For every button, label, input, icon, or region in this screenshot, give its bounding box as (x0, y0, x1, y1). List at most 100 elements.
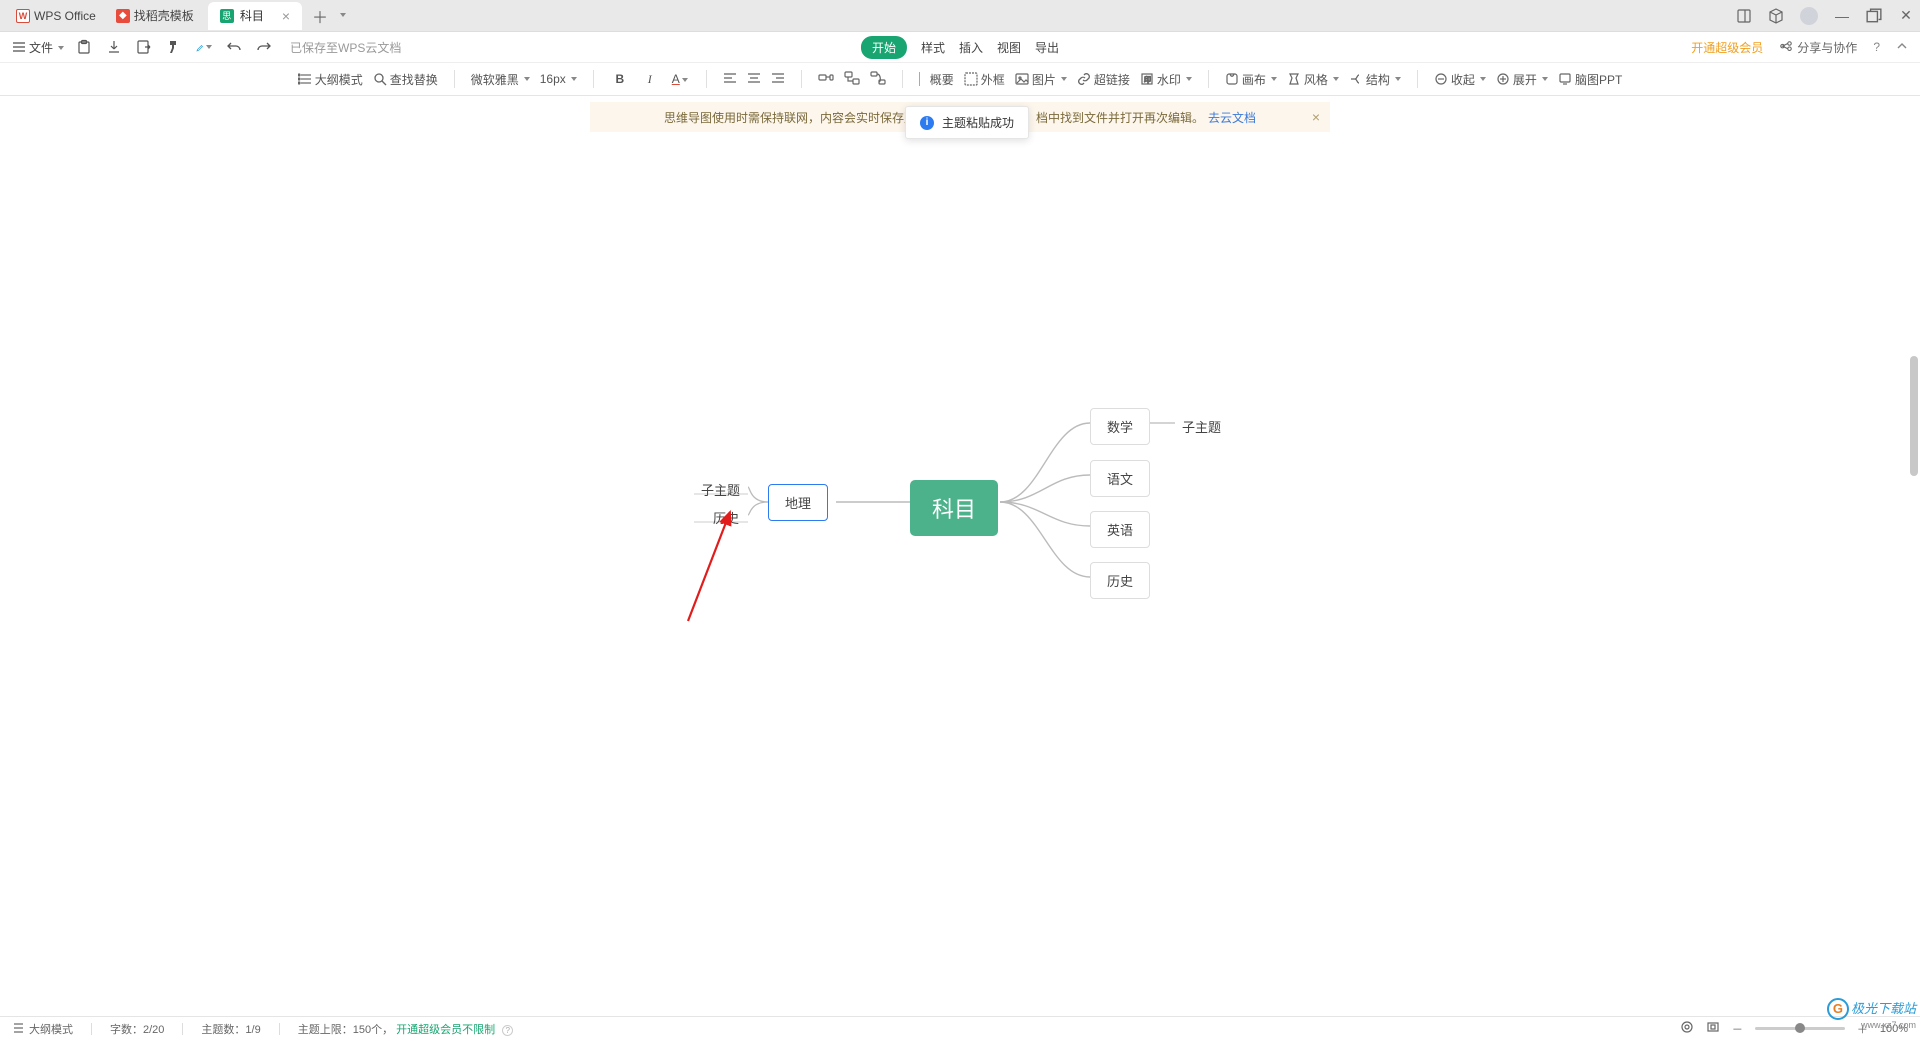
app-tab-templates[interactable]: ◆ 找稻壳模板 (106, 2, 204, 30)
notif-link[interactable]: 去云文档 (1208, 109, 1256, 126)
node-subtopic-left[interactable]: 子主题 (697, 478, 744, 501)
find-label: 查找替换 (390, 71, 438, 88)
node-english[interactable]: 英语 (1090, 511, 1150, 548)
share-button[interactable]: 分享与协作 (1779, 39, 1857, 56)
format-painter-icon[interactable] (166, 39, 182, 55)
outline-mode-button[interactable]: 大纲模式 (298, 71, 363, 88)
notif-text-left: 思维导图使用时需保持联网，内容会实时保存至 (664, 109, 916, 126)
info-icon[interactable]: ? (502, 1025, 513, 1036)
hyperlink-button[interactable]: 超链接 (1077, 71, 1130, 88)
share-label: 分享与协作 (1797, 39, 1857, 56)
node-chinese[interactable]: 语文 (1090, 460, 1150, 497)
status-words: 字数：2/20 (110, 1021, 164, 1037)
divider-icon (919, 72, 920, 86)
status-bar: 大纲模式 字数：2/20 主题数：1/9 主题上限：150个， 开通超级会员不限… (0, 1016, 1920, 1040)
node-history-left[interactable]: 历史 (709, 506, 743, 529)
italic-button[interactable]: I (640, 72, 660, 87)
new-tab-button[interactable]: ＋ (312, 4, 328, 28)
node-subtopic-right[interactable]: 子主题 (1178, 415, 1225, 438)
notif-close-icon[interactable]: × (1312, 109, 1320, 125)
saved-status: 已保存至WPS云文档 (290, 39, 401, 56)
status-limit: 主题上限：150个， 开通超级会员不限制 ? (298, 1021, 513, 1037)
avatar-icon[interactable] (1800, 7, 1818, 25)
mindmap-canvas[interactable]: 思维导图使用时需保持联网，内容会实时保存至 档中找到文件并打开再次编辑。 去云文… (0, 96, 1920, 1016)
zoom-in-icon[interactable]: ＋ (1857, 1021, 1868, 1037)
download-icon[interactable] (106, 39, 122, 55)
summary-button[interactable]: 概要 (930, 71, 954, 88)
menu-start[interactable]: 开始 (861, 36, 907, 59)
menu-format[interactable]: 样式 (921, 39, 945, 56)
node-math[interactable]: 数学 (1090, 408, 1150, 445)
app-tab-wps[interactable]: W WPS Office (6, 2, 106, 30)
vertical-scrollbar[interactable] (1910, 356, 1918, 476)
zoom-out-icon[interactable]: － (1732, 1021, 1743, 1037)
close-window-button[interactable]: ✕ (1898, 8, 1914, 24)
structure-button[interactable]: 结构 (1349, 71, 1401, 88)
topic-button[interactable] (818, 71, 834, 88)
export-icon[interactable] (136, 39, 152, 55)
node-history[interactable]: 历史 (1090, 562, 1150, 599)
bold-button[interactable]: B (610, 72, 630, 86)
new-tab-dropdown[interactable] (338, 10, 346, 21)
pen-icon[interactable] (196, 39, 212, 55)
app-name: WPS Office (34, 9, 96, 23)
fit-screen-icon[interactable] (1706, 1020, 1720, 1037)
status-premium-link[interactable]: 开通超级会员不限制 (396, 1024, 495, 1036)
info-icon: i (920, 116, 934, 130)
file-menu-button[interactable]: 文件 (12, 39, 64, 56)
minimize-button[interactable]: — (1834, 8, 1850, 24)
file-bar: 文件 已保存至WPS云文档 开始 样式 插入 视图 导出 开通超级会员 分享与协… (0, 32, 1920, 62)
title-bar: W WPS Office ◆ 找稻壳模板 思 科目 × ＋ — ✕ (0, 0, 1920, 32)
connectors (0, 96, 1920, 1016)
status-topics: 主题数：1/9 (201, 1021, 260, 1037)
align-left-button[interactable] (723, 71, 737, 88)
wps-logo-icon: W (16, 9, 30, 23)
redo-icon[interactable] (256, 39, 272, 55)
node-geography[interactable]: 地理 (768, 484, 828, 521)
font-size-select[interactable]: 16px (540, 72, 577, 86)
image-button[interactable]: 图片 (1015, 71, 1067, 88)
dao-logo-icon: ◆ (116, 9, 130, 23)
outline-label: 大纲模式 (315, 71, 363, 88)
watermark-button[interactable]: 印水印 (1140, 71, 1192, 88)
main-menu: 开始 样式 插入 视图 导出 (861, 36, 1059, 59)
undo-icon[interactable] (226, 39, 242, 55)
maximize-button[interactable] (1866, 8, 1882, 24)
premium-link[interactable]: 开通超级会员 (1691, 39, 1763, 56)
align-center-button[interactable] (747, 71, 761, 88)
zoom-value: 100% (1880, 1023, 1908, 1035)
paste-icon[interactable] (76, 39, 92, 55)
style-button[interactable]: 风格 (1287, 71, 1339, 88)
doc-tab-label: 科目 (240, 7, 264, 24)
close-tab-icon[interactable]: × (282, 8, 290, 24)
relation-button[interactable] (870, 71, 886, 88)
toolbar: 大纲模式 查找替换 微软雅黑 16px B I A 概要 外框 图片 超链接 印… (0, 62, 1920, 96)
expand-button[interactable]: 展开 (1496, 71, 1548, 88)
collapse-ribbon-icon[interactable] (1896, 40, 1908, 55)
fit-center-icon[interactable] (1680, 1020, 1694, 1037)
panel-icon[interactable] (1736, 8, 1752, 24)
find-replace-button[interactable]: 查找替换 (373, 71, 438, 88)
font-family-select[interactable]: 微软雅黑 (471, 71, 530, 88)
menu-view[interactable]: 视图 (997, 39, 1021, 56)
menu-export[interactable]: 导出 (1035, 39, 1059, 56)
status-outline-button[interactable]: 大纲模式 (12, 1021, 73, 1037)
window-controls: — ✕ (1736, 7, 1914, 25)
subtopic-button[interactable] (844, 71, 860, 88)
align-right-button[interactable] (771, 71, 785, 88)
menu-insert[interactable]: 插入 (959, 39, 983, 56)
canvas-button[interactable]: 画布 (1225, 71, 1277, 88)
help-icon[interactable]: ? (1873, 40, 1880, 54)
file-menu-label: 文件 (29, 39, 53, 56)
ppt-button[interactable]: 脑图PPT (1558, 71, 1622, 88)
collapse-button[interactable]: 收起 (1434, 71, 1486, 88)
template-tab-label: 找稻壳模板 (134, 7, 194, 24)
cube-icon[interactable] (1768, 8, 1784, 24)
frame-button[interactable]: 外框 (964, 71, 1005, 88)
file-menu-dropdown-icon (56, 40, 64, 54)
zoom-slider[interactable] (1755, 1027, 1845, 1030)
notif-text-right: 档中找到文件并打开再次编辑。 (1036, 109, 1204, 126)
doc-tab-active[interactable]: 思 科目 × (208, 2, 302, 30)
font-color-button[interactable]: A (670, 72, 690, 86)
central-node[interactable]: 科目 (910, 480, 998, 536)
